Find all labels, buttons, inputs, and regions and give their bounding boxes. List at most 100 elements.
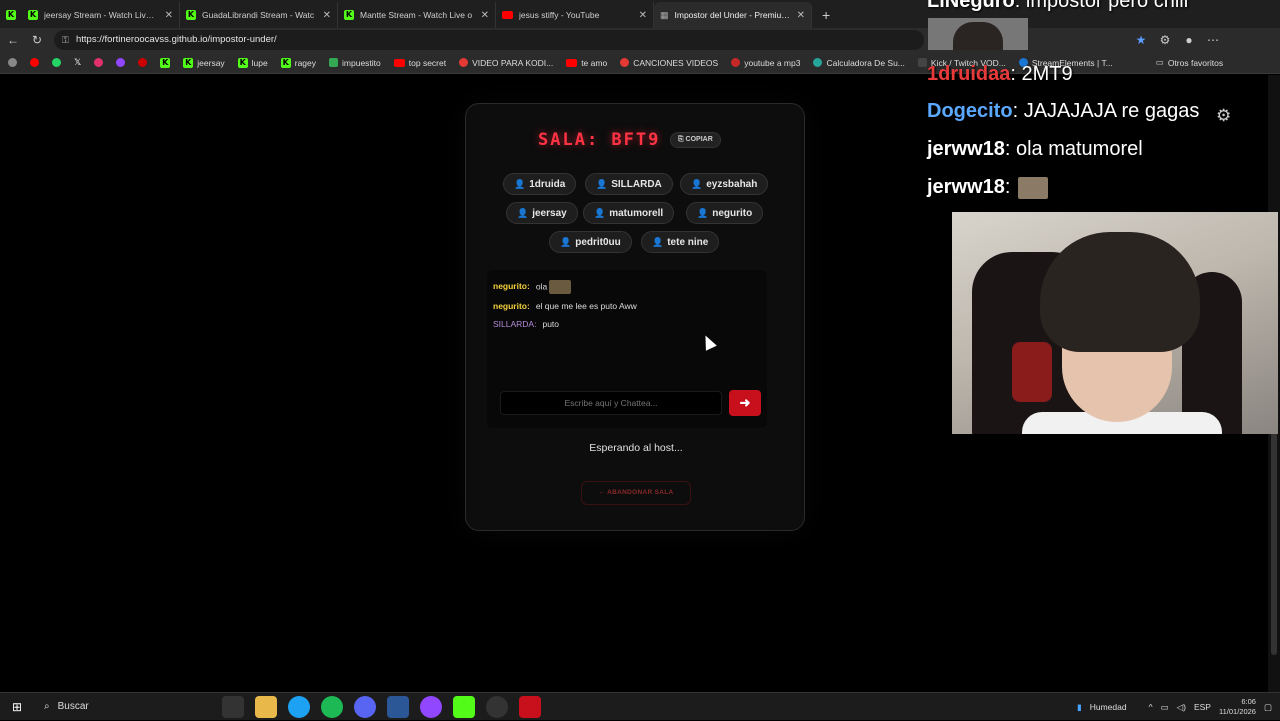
stream-chat-line: 1druidaa: 2MT9 [927,63,1073,85]
url-field[interactable]: ⚿ https://fortineroocavss.github.io/impos… [54,30,924,50]
bookmark-item[interactable]: impuestito [329,58,381,68]
search-label: Buscar [57,701,89,712]
language-indicator[interactable]: ESP [1194,702,1211,712]
leave-room-button[interactable]: ← ABANDONAR SALA [581,481,691,505]
app-icon[interactable] [518,695,541,718]
bookmark-item[interactable]: Calculadora De Su... [813,58,905,68]
stream-chat-user: Dogecito [927,100,1013,122]
instagram-icon[interactable] [94,58,104,67]
lock-icon: ⚿ [62,35,69,45]
bookmark-icon [731,58,741,67]
player-chip: 👤 SILLARDA [585,173,673,195]
windows-start-icon[interactable]: ⊞ [6,700,28,714]
player-name: SILLARDA [611,179,662,190]
copy-button[interactable]: ⎘ COPIAR [670,132,721,148]
clock[interactable]: 6:06 11/01/2026 [1219,697,1256,717]
user-icon: 👤 [514,179,526,189]
clock-date: 11/01/2026 [1218,707,1256,716]
back-icon[interactable]: ← [6,33,20,47]
close-icon[interactable]: ✕ [323,10,331,21]
kick-icon: K [237,57,248,68]
bookmark-item[interactable]: CANCIONES VIDEOS [620,58,718,68]
close-icon[interactable]: ✕ [165,10,173,21]
windows-taskbar: ⊞ ⌕ Buscar ▮ Humedad ^ ▭ ◁) ESP 6:06 11/01… [0,692,1280,720]
kick-icon: K [28,10,38,20]
player-chip: 👤 tete nine [641,231,720,253]
close-icon[interactable]: ✕ [639,10,647,21]
twitch-icon[interactable] [116,58,126,67]
kick-pinned-tab[interactable]: K [0,2,22,28]
bookmark-label: CANCIONES VIDEOS [633,57,719,68]
player-chip: 👤 1druida [503,173,577,195]
taskbar-search[interactable]: ⌕ Buscar [36,696,216,718]
user-icon: 👤 [517,208,529,218]
bookmark-label: top secret [408,57,447,68]
bookmark-item[interactable]: te amo [566,58,607,68]
app-icon[interactable] [386,695,409,718]
bookmark-icon [620,58,630,67]
emote-icon [1017,176,1048,199]
new-tab-button[interactable]: + [812,2,840,28]
bookmark-icon[interactable] [138,58,148,67]
bookmark-label: ragey [294,57,317,68]
discord-icon[interactable] [353,695,376,718]
kick-icon[interactable]: K [160,57,171,68]
clock-time: 6:06 [1241,697,1256,706]
bookmark-item[interactable]: top secret [393,57,447,68]
bookmark-label: te amo [581,57,608,68]
gear-icon[interactable]: ⚙ [1216,106,1231,126]
tab-title: GuadaLibrandi Stream - Watc [202,10,315,20]
browser-tab[interactable]: jesus stiffy - YouTube ✕ [496,2,654,28]
scrollbar-thumb[interactable] [1271,430,1277,655]
volume-icon[interactable]: ◁) [1177,702,1186,713]
bookmark-item[interactable]: Klupe [237,57,268,68]
browser-tab[interactable]: K Mantte Stream - Watch Live o ✕ [338,2,496,28]
network-icon[interactable]: ▭ [1161,702,1169,713]
chat-text: ola [535,281,548,292]
bookmark-item[interactable]: Kragey [280,57,317,68]
spotify-icon[interactable] [320,695,343,718]
bookmark-icon[interactable] [8,58,17,67]
obs-icon[interactable] [485,695,508,718]
player-name: jeersay [532,208,567,219]
close-icon[interactable]: ✕ [797,10,805,21]
player-chip: 👤 eyzsbahah [680,173,769,195]
whatsapp-icon[interactable] [52,58,61,67]
mini-webcam [928,18,1028,50]
stream-chat-text: impostor pero chill [1025,0,1189,12]
chat-message: negurito: ola [493,280,572,294]
reload-icon[interactable]: ↻ [30,33,44,47]
bookmark-item[interactable]: youtube a mp3 [731,58,800,68]
file-explorer-icon[interactable] [254,695,277,718]
player-chip: 👤 pedrit0uu [549,231,632,253]
browser-tab-active[interactable]: ▦ Impostor del Under - Premium Be ✕ [654,2,812,28]
player-name: negurito [712,208,753,219]
player-chip: 👤 jeersay [506,202,578,224]
app-icon[interactable] [419,695,442,718]
youtube-icon [502,11,513,19]
task-view-icon[interactable] [221,695,244,718]
chevron-up-icon[interactable]: ^ [1149,702,1153,712]
bookmark-icon [813,58,823,67]
send-button[interactable]: ➜ [729,390,761,416]
notification-icon[interactable]: ▢ [1264,702,1272,713]
room-title: SALA: BFT9 [538,130,661,150]
kick-icon: K [280,57,291,68]
youtube-icon[interactable] [30,58,39,67]
kick-icon[interactable] [452,695,475,718]
chat-input[interactable] [500,391,722,415]
bookmark-item[interactable]: Kjeersay [183,57,225,68]
weather-label[interactable]: Humedad [1090,702,1127,712]
bookmark-item[interactable]: VIDEO PARA KODI... [459,58,553,68]
player-name: eyzsbahah [706,179,758,190]
browser-tab[interactable]: K GuadaLibrandi Stream - Watc ✕ [180,2,338,28]
close-icon[interactable]: ✕ [481,10,489,21]
browser-tab[interactable]: Kjeersay Stream - Watch Live on Ki ✕ [22,2,180,28]
chat-username: negurito: [493,281,530,292]
edge-icon[interactable] [287,695,310,718]
youtube-icon [393,58,405,67]
player-name: pedrit0uu [575,237,621,248]
stream-chat-user: jerww18 [927,176,1005,198]
x-icon[interactable]: 𝕏 [74,57,81,68]
stream-chat-text: 2MT9 [1021,63,1073,85]
